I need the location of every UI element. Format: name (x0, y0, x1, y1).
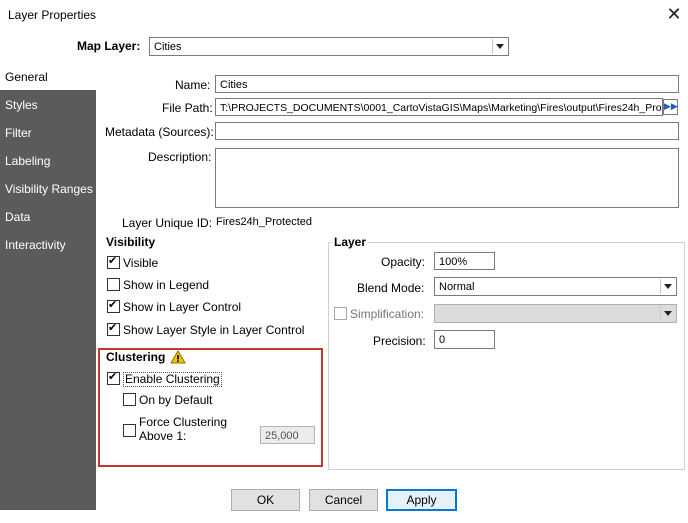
precision-field[interactable]: 0 (434, 330, 495, 349)
map-layer-label: Map Layer: (77, 39, 141, 53)
sidebar-item-data[interactable]: Data (0, 204, 96, 230)
clustering-group (98, 348, 323, 467)
opacity-field[interactable]: 100% (434, 252, 495, 270)
on-by-default-checkbox[interactable] (123, 393, 136, 406)
sidebar: General Styles Filter Labeling Visibilit… (0, 64, 96, 510)
file-path-label: File Path: (162, 101, 213, 115)
window-title: Layer Properties (8, 8, 97, 22)
layer-title: Layer (332, 235, 369, 249)
force-clustering-value-field[interactable]: 25,000 (260, 426, 315, 444)
force-clustering-label-line2: Above 1: (139, 429, 187, 443)
opacity-label: Opacity: (381, 255, 426, 269)
show-in-layer-control-checkbox[interactable] (107, 298, 120, 313)
simplification-checkbox[interactable] (334, 307, 347, 320)
browse-forward-icon[interactable]: ▶▶ (663, 99, 678, 115)
sidebar-item-filter[interactable]: Filter (0, 120, 96, 146)
metadata-label: Metadata (Sources): (105, 125, 214, 139)
warning-icon (170, 350, 186, 364)
simplification-label: Simplification: (350, 307, 425, 321)
close-icon[interactable]: ✕ (664, 4, 684, 24)
show-in-legend-checkbox[interactable] (107, 278, 120, 291)
chevron-down-icon[interactable] (660, 306, 675, 321)
show-in-legend-label: Show in Legend (123, 278, 210, 292)
layer-uid-label: Layer Unique ID: (122, 216, 213, 230)
show-in-layer-control-label: Show in Layer Control (123, 300, 242, 314)
name-label: Name: (175, 78, 211, 92)
on-by-default-label: On by Default (139, 393, 213, 407)
blend-mode-label: Blend Mode: (357, 281, 425, 295)
enable-clustering-checkbox[interactable] (107, 370, 120, 385)
blend-mode-value: Normal (439, 281, 475, 293)
force-clustering-label-line1: Force Clustering (139, 415, 228, 429)
cancel-button[interactable]: Cancel (309, 489, 378, 511)
sidebar-item-styles[interactable]: Styles (0, 92, 96, 118)
apply-button[interactable]: Apply (386, 489, 457, 511)
visibility-title: Visibility (104, 235, 158, 249)
ok-button[interactable]: OK (231, 489, 300, 511)
name-field[interactable]: Cities (215, 75, 679, 93)
show-layer-style-checkbox[interactable] (107, 321, 120, 336)
precision-label: Precision: (373, 334, 426, 348)
description-label: Description: (148, 150, 212, 164)
map-layer-value: Cities (154, 41, 182, 53)
show-layer-style-label: Show Layer Style in Layer Control (123, 323, 305, 337)
chevron-down-icon[interactable] (660, 279, 675, 294)
file-path-field[interactable]: T:\PROJECTS_DOCUMENTS\0001_CartoVistaGIS… (215, 98, 663, 116)
chevron-down-icon[interactable] (492, 39, 507, 54)
enable-clustering-label: Enable Clustering (123, 372, 222, 387)
sidebar-item-general[interactable]: General (0, 64, 96, 90)
metadata-field[interactable] (215, 122, 679, 140)
blend-mode-select[interactable]: Normal (434, 277, 677, 296)
visible-checkbox[interactable] (107, 254, 120, 269)
description-field[interactable] (215, 148, 679, 208)
map-layer-select[interactable]: Cities (149, 37, 509, 56)
simplification-select[interactable] (434, 304, 677, 323)
sidebar-item-interactivity[interactable]: Interactivity (0, 232, 96, 258)
layer-uid-value: Fires24h_Protected (216, 216, 312, 228)
visible-label: Visible (123, 256, 159, 270)
clustering-title: Clustering (104, 350, 168, 364)
force-clustering-checkbox[interactable] (123, 424, 136, 437)
sidebar-item-labeling[interactable]: Labeling (0, 148, 96, 174)
sidebar-item-visibility-ranges[interactable]: Visibility Ranges (0, 176, 96, 202)
